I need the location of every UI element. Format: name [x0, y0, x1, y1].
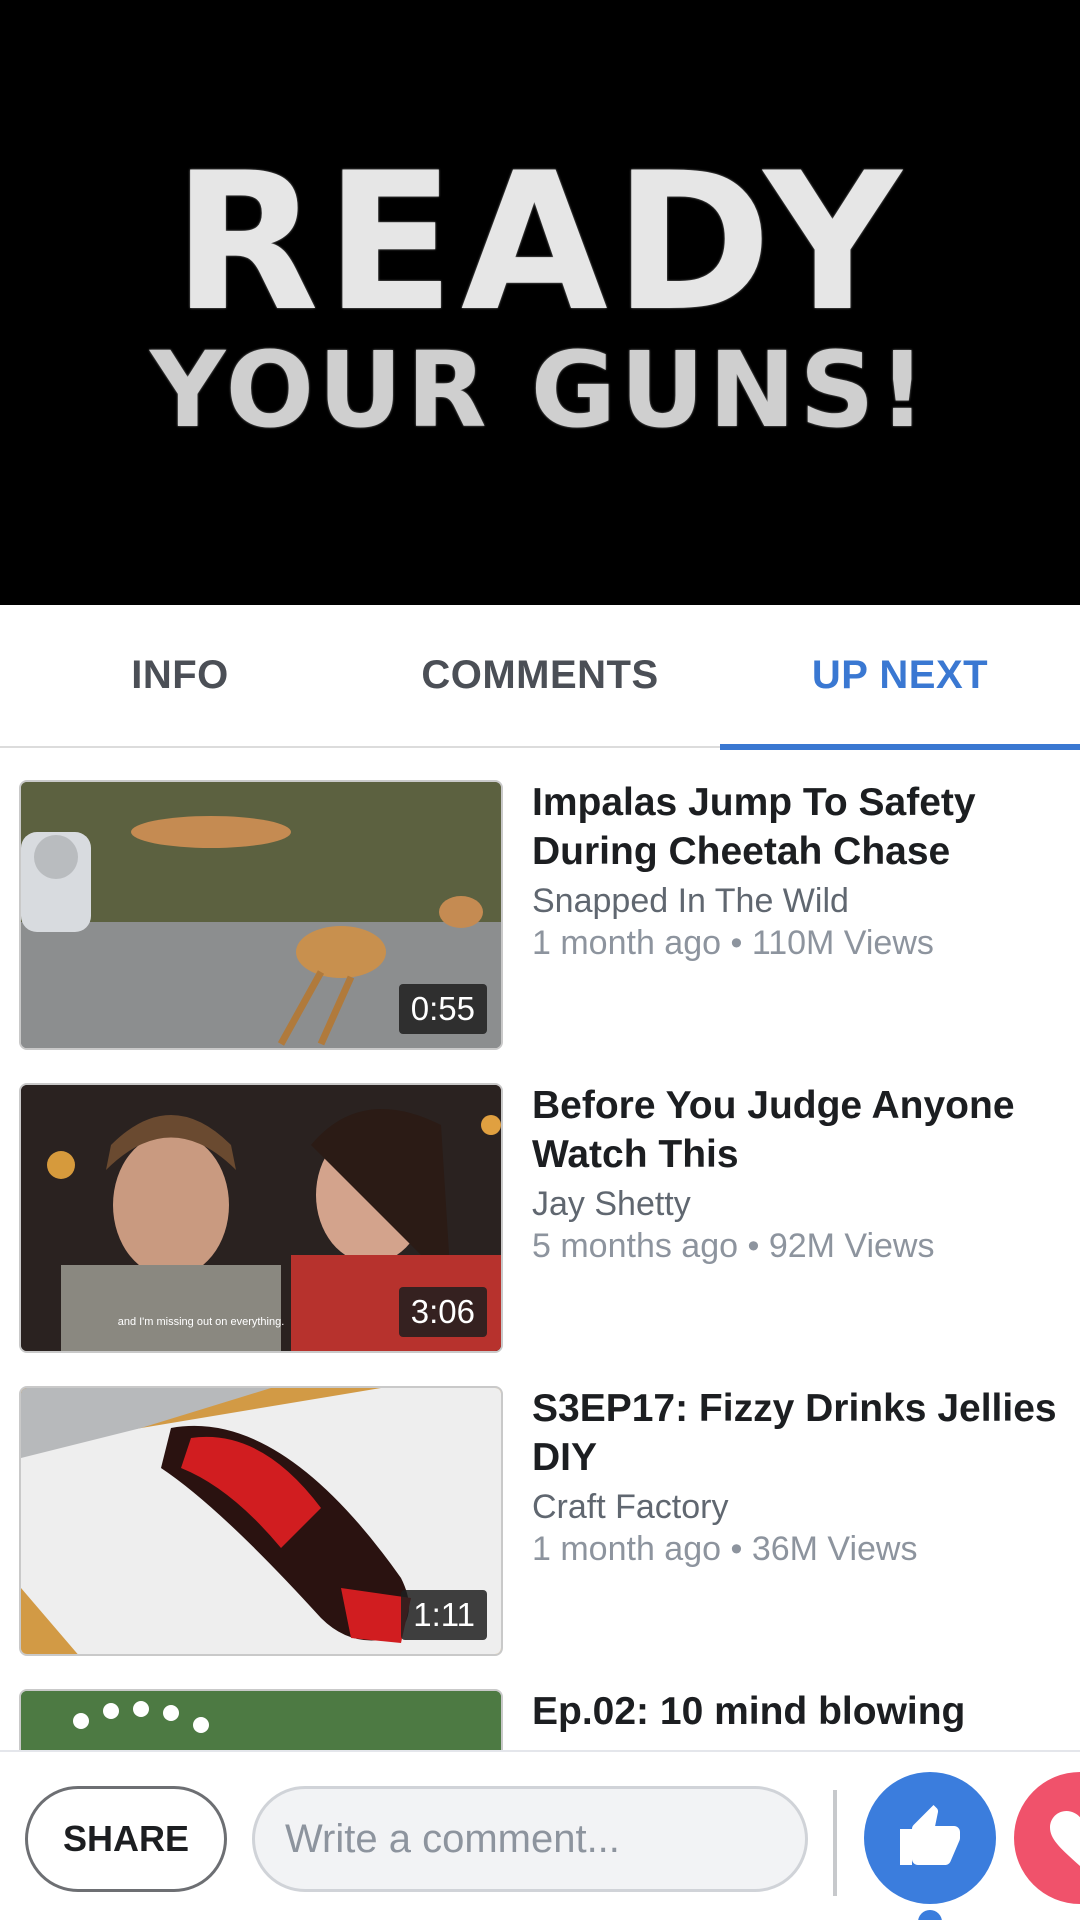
share-button[interactable]: SHARE [25, 1786, 227, 1892]
video-caption: and I'm missing out on everything. [118, 1316, 285, 1328]
duration-badge: 3:06 [398, 1287, 487, 1337]
video-thumbnail[interactable] [19, 1689, 503, 1750]
video-title[interactable]: Ep.02: 10 mind blowing [532, 1687, 1062, 1736]
tab-info[interactable]: INFO [0, 605, 360, 746]
video-meta[interactable]: Ep.02: 10 mind blowing [532, 1687, 1062, 1736]
selection-indicator-dot [918, 1910, 942, 1920]
video-meta[interactable]: Impalas Jump To Safety During Cheetah Ch… [532, 778, 1062, 964]
screen: READY YOUR GUNS! INFO COMMENTS UP NEXT 0… [0, 0, 1080, 1920]
video-title[interactable]: Before You Judge Anyone Watch This [532, 1081, 1062, 1179]
like-button[interactable] [864, 1772, 996, 1904]
love-button[interactable] [1014, 1772, 1080, 1904]
video-thumbnail[interactable]: 1:11 [19, 1386, 503, 1656]
heart-icon [1050, 1811, 1080, 1867]
list-item[interactable]: Ep.02: 10 mind blowing [0, 1659, 1080, 1750]
channel-name: Craft Factory [532, 1488, 729, 1526]
video-stats: 1 month ago • 36M Views [532, 1530, 918, 1568]
list-item[interactable]: and I'm missing out on everything. 3:06 … [0, 1053, 1080, 1353]
tab-up-next[interactable]: UP NEXT [720, 605, 1080, 750]
list-item[interactable]: 1:11 S3EP17: Fizzy Drinks Jellies DIY Cr… [0, 1356, 1080, 1656]
divider [833, 1790, 837, 1896]
video-meta[interactable]: Before You Judge Anyone Watch This Jay S… [532, 1081, 1062, 1267]
bottom-action-bar: SHARE [0, 1750, 1080, 1920]
tab-bar: INFO COMMENTS UP NEXT [0, 605, 1080, 750]
up-next-list: 0:55 Impalas Jump To Safety During Cheet… [0, 750, 1080, 1750]
video-title[interactable]: Impalas Jump To Safety During Cheetah Ch… [532, 778, 1062, 876]
video-thumbnail[interactable]: and I'm missing out on everything. 3:06 [19, 1083, 503, 1353]
comment-input[interactable] [252, 1786, 808, 1892]
video-stats: 1 month ago • 110M Views [532, 924, 934, 962]
video-title-line2: YOUR GUNS! [150, 329, 930, 451]
video-thumbnail[interactable]: 0:55 [19, 780, 503, 1050]
channel-name: Jay Shetty [532, 1185, 691, 1223]
thumbs-up-icon [900, 1805, 960, 1865]
video-stats: 5 months ago • 92M Views [532, 1227, 935, 1265]
video-meta[interactable]: S3EP17: Fizzy Drinks Jellies DIY Craft F… [532, 1384, 1062, 1570]
thumbnail-art [21, 1691, 501, 1750]
video-frame-title: READY YOUR GUNS! [0, 132, 1080, 451]
list-item[interactable]: 0:55 Impalas Jump To Safety During Cheet… [0, 750, 1080, 1050]
video-title[interactable]: S3EP17: Fizzy Drinks Jellies DIY [532, 1384, 1062, 1482]
channel-name: Snapped In The Wild [532, 882, 849, 920]
duration-badge: 1:11 [401, 1590, 487, 1640]
tab-comments[interactable]: COMMENTS [360, 605, 720, 746]
video-player[interactable]: READY YOUR GUNS! [0, 0, 1080, 605]
duration-badge: 0:55 [398, 984, 487, 1034]
video-title-line1: READY [172, 132, 908, 353]
